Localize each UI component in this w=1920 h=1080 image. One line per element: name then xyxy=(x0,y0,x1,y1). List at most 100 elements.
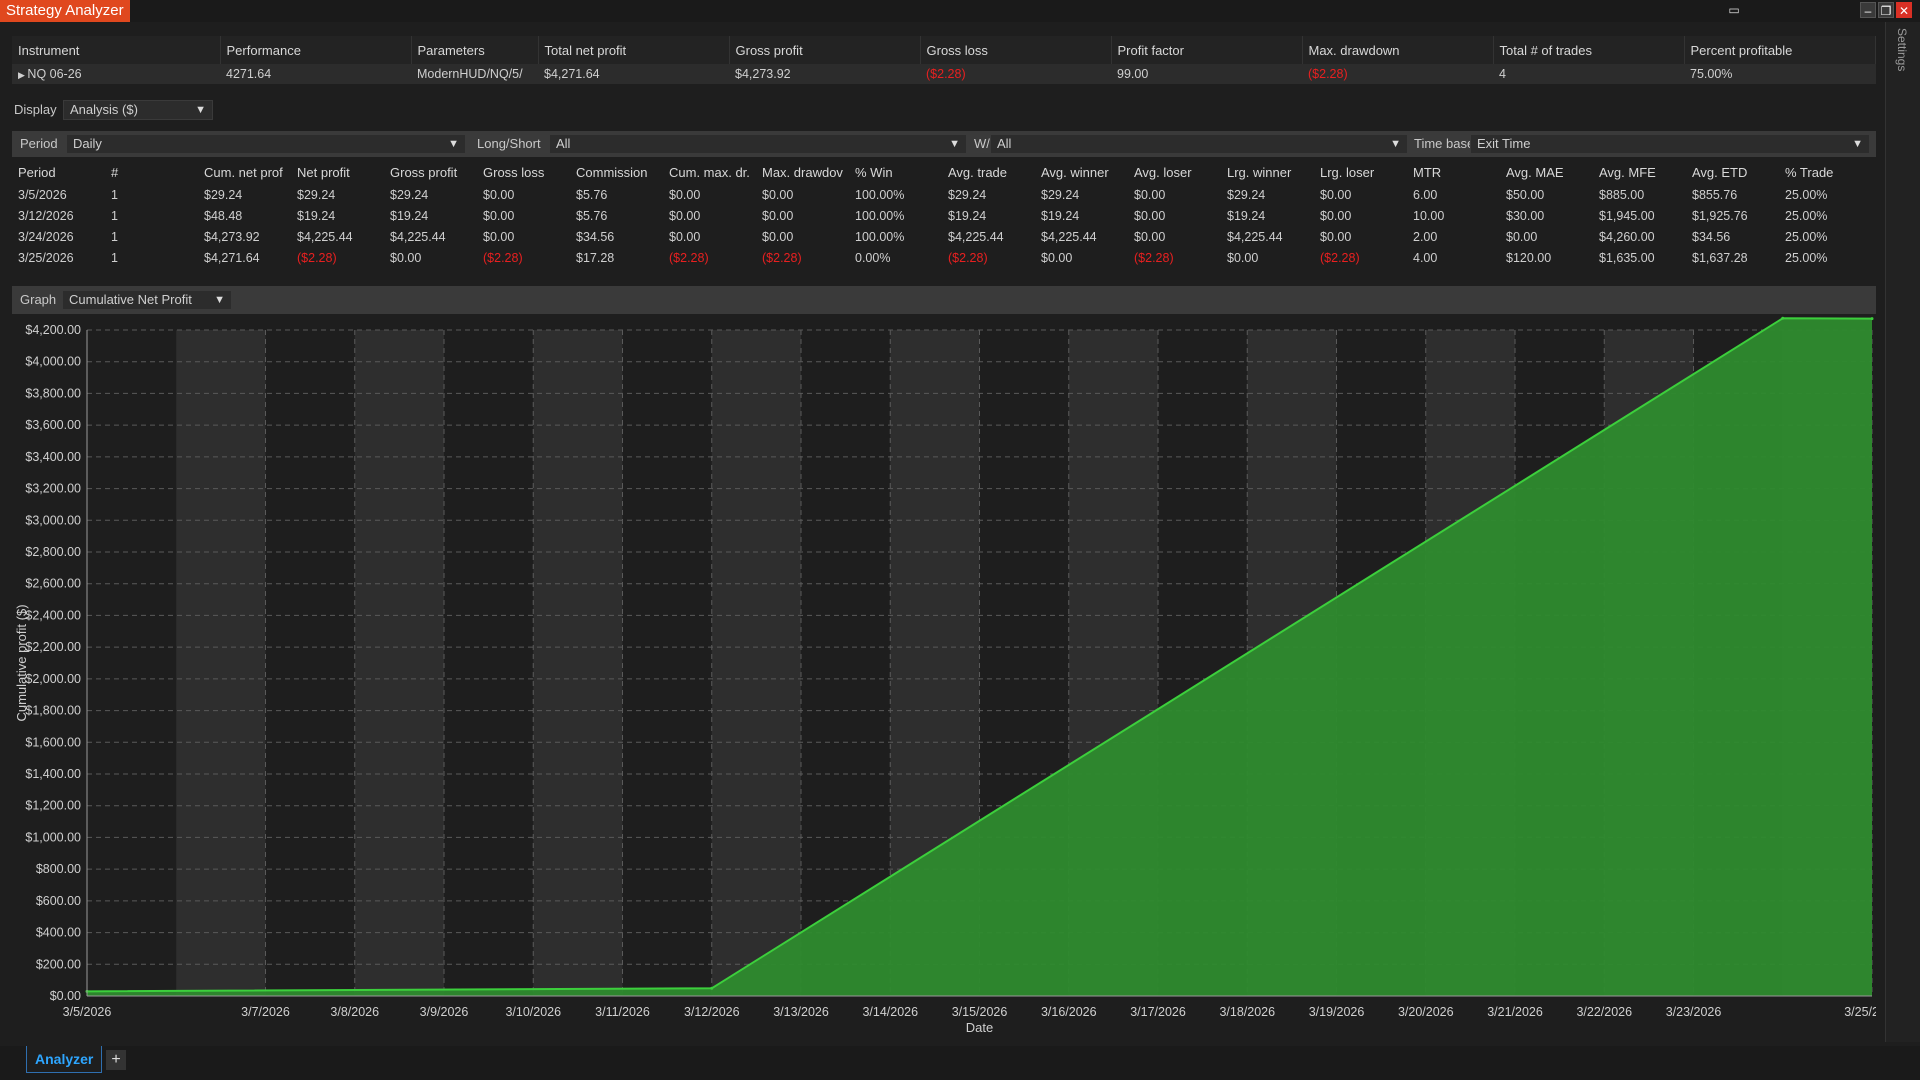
period-col-header[interactable]: Avg. loser xyxy=(1128,160,1221,184)
table-cell: $0.00 xyxy=(1134,229,1166,244)
period-col-header[interactable]: Period xyxy=(12,160,105,184)
table-cell: 10.00 xyxy=(1413,208,1445,223)
period-header-row: Period # Cum. net prof Net profit Gross prof… xyxy=(12,160,1876,184)
display-select[interactable]: Analysis ($) ▼ xyxy=(63,100,213,120)
graph-label: Graph xyxy=(20,292,57,307)
table-row[interactable]: 3/5/2026 1 $29.24 $29.24 $29.24 $0.00 $5.76 $0.… xyxy=(12,184,1876,205)
add-tab-button[interactable]: + xyxy=(106,1050,126,1070)
table-cell: 100.00% xyxy=(855,208,905,223)
settings-side-panel[interactable]: Settings xyxy=(1885,22,1920,1042)
summary-col-header[interactable]: Performance xyxy=(220,36,412,64)
chart-area[interactable]: $4,200.00 $4,000.00 $3,800.00 $3,600.00 $3,4… xyxy=(12,316,1900,1046)
wl-select[interactable]: All ▼ xyxy=(990,134,1408,154)
summary-cell: $4,273.92 xyxy=(729,64,920,84)
table-cell: $29.24 xyxy=(204,187,243,202)
y-tick-label: $3,600.00 xyxy=(25,418,81,432)
table-cell: $0.00 xyxy=(1041,250,1073,265)
longshort-select[interactable]: All ▼ xyxy=(549,134,967,154)
cumulative-profit-chart[interactable]: $4,200.00 $4,000.00 $3,800.00 $3,600.00 $3,4… xyxy=(12,316,1900,1046)
x-tick-label: 3/12/2026 xyxy=(684,1005,740,1019)
summary-col-header[interactable]: Gross profit xyxy=(729,36,921,64)
table-cell: $1,635.00 xyxy=(1599,250,1655,265)
data-point xyxy=(1781,316,1785,320)
table-cell: 1 xyxy=(111,187,118,202)
close-icon[interactable]: ✕ xyxy=(1896,2,1912,18)
table-cell: ($2.28) xyxy=(297,250,337,265)
table-cell: $4,225.44 xyxy=(297,229,353,244)
x-tick-label: 3/15/2026 xyxy=(952,1005,1008,1019)
period-col-header[interactable]: MTR xyxy=(1407,160,1500,184)
table-cell: 100.00% xyxy=(855,187,905,202)
period-col-header[interactable]: Net profit xyxy=(291,160,384,184)
summary-col-header[interactable]: Total net profit xyxy=(538,36,730,64)
summary-row[interactable]: ▶ NQ 06-26 4271.64 ModernHUD/NQ/5/$4,271.6… xyxy=(12,64,1876,84)
app-title: Strategy Analyzer xyxy=(0,0,130,22)
y-tick-label: $1,000.00 xyxy=(25,830,81,844)
period-col-header[interactable]: Avg. winner xyxy=(1035,160,1128,184)
period-col-header[interactable]: Max. drawdov xyxy=(756,160,849,184)
y-tick-label: $3,000.00 xyxy=(25,513,81,527)
period-col-header[interactable]: Avg. MAE xyxy=(1500,160,1593,184)
graph-select[interactable]: Cumulative Net Profit ▼ xyxy=(62,290,232,310)
table-cell: $34.56 xyxy=(1692,229,1731,244)
summary-col-header[interactable]: Gross loss xyxy=(920,36,1112,64)
x-tick-label: 3/25/2026 xyxy=(1844,1005,1876,1019)
y-tick-label: $1,400.00 xyxy=(25,767,81,781)
table-cell: $29.24 xyxy=(1227,187,1266,202)
period-col-header[interactable]: % Trade xyxy=(1779,160,1876,184)
x-tick-label: 3/13/2026 xyxy=(773,1005,829,1019)
period-col-header[interactable]: Cum. net prof xyxy=(198,160,291,184)
x-tick-label: 3/18/2026 xyxy=(1219,1005,1275,1019)
period-col-header[interactable]: Avg. trade xyxy=(942,160,1035,184)
table-row[interactable]: 3/24/2026 1 $4,273.92 $4,225.44 $4,225.44 $0.… xyxy=(12,226,1876,247)
day-band xyxy=(711,330,801,996)
tab-analyzer[interactable]: Analyzer xyxy=(26,1046,103,1073)
timebase-label: Time base xyxy=(1414,136,1475,151)
summary-col-header[interactable]: Instrument xyxy=(12,36,221,64)
x-tick-label: 3/20/2026 xyxy=(1398,1005,1454,1019)
summary-col-header[interactable]: Profit factor xyxy=(1111,36,1303,64)
display-label: Display xyxy=(14,102,57,117)
summary-cell: 75.00% xyxy=(1684,64,1876,84)
expand-arrow-icon[interactable]: ▶ xyxy=(18,70,27,80)
summary-col-header[interactable]: Percent profitable xyxy=(1684,36,1876,64)
table-cell: $4,273.92 xyxy=(204,229,260,244)
instrument-value: NQ 06-26 xyxy=(27,67,82,81)
period-col-header[interactable]: Lrg. winner xyxy=(1221,160,1314,184)
table-cell: 1 xyxy=(111,229,118,244)
minimize-icon[interactable]: – xyxy=(1860,2,1876,18)
table-cell: $19.24 xyxy=(1041,208,1080,223)
restore-icon[interactable]: ❐ xyxy=(1878,2,1894,18)
period-col-header[interactable]: Commission xyxy=(570,160,663,184)
table-row[interactable]: 3/12/2026 1 $48.48 $19.24 $19.24 $0.00 $5.76 $0… xyxy=(12,205,1876,226)
table-cell: 4.00 xyxy=(1413,250,1438,265)
summary-col-header[interactable]: Max. drawdown xyxy=(1302,36,1494,64)
period-select[interactable]: Daily ▼ xyxy=(66,134,466,154)
table-cell: ($2.28) xyxy=(483,250,523,265)
period-col-header[interactable]: Gross loss xyxy=(477,160,570,184)
period-col-header[interactable]: Gross profit xyxy=(384,160,477,184)
table-cell: 25.00% xyxy=(1785,208,1828,223)
graph-bar: Graph Cumulative Net Profit ▼ xyxy=(12,286,1876,314)
summary-col-header[interactable]: Parameters xyxy=(411,36,539,64)
table-row[interactable]: 3/25/2026 1 $4,271.64 ($2.28) $0.00 ($2.28) $1… xyxy=(12,247,1876,268)
table-cell: $0.00 xyxy=(483,208,515,223)
table-cell: $0.00 xyxy=(1134,187,1166,202)
table-cell: $0.00 xyxy=(1320,229,1352,244)
period-col-header[interactable]: Avg. MFE xyxy=(1593,160,1686,184)
period-col-header[interactable]: Cum. max. dr. xyxy=(663,160,756,184)
summary-col-header[interactable]: Total # of trades xyxy=(1493,36,1685,64)
table-cell: $30.00 xyxy=(1506,208,1545,223)
table-cell: 25.00% xyxy=(1785,187,1828,202)
y-tick-label: $1,800.00 xyxy=(25,704,81,718)
period-col-header[interactable]: # xyxy=(105,160,198,184)
period-col-header[interactable]: % Win xyxy=(849,160,942,184)
timebase-select[interactable]: Exit Time ▼ xyxy=(1470,134,1870,154)
y-tick-label: $2,400.00 xyxy=(25,608,81,622)
chevron-down-icon: ▼ xyxy=(1852,138,1863,150)
chevron-down-icon: ▼ xyxy=(195,104,206,116)
table-cell: $0.00 xyxy=(669,208,701,223)
period-col-header[interactable]: Avg. ETD xyxy=(1686,160,1779,184)
period-col-header[interactable]: Lrg. loser xyxy=(1314,160,1407,184)
window-layout-icon[interactable]: ▭ xyxy=(1726,3,1742,17)
